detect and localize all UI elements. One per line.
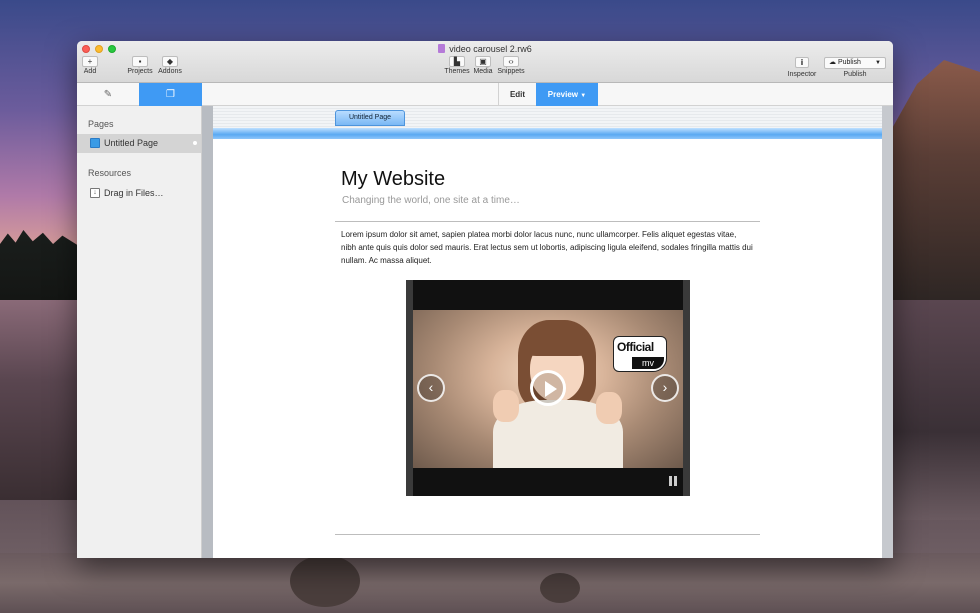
wrench-icon: ✎ bbox=[103, 89, 113, 100]
footer-divider bbox=[335, 534, 760, 535]
snippets-button[interactable]: ‹› Snippets bbox=[497, 56, 525, 75]
desktop-trees bbox=[0, 230, 78, 300]
addons-label: Addons bbox=[158, 68, 182, 75]
projects-button[interactable]: ▪ Projects bbox=[127, 56, 153, 75]
video-subject-hand bbox=[493, 390, 519, 422]
sidebar-item-label: Untitled Page bbox=[104, 138, 159, 148]
badge-mv-text: mv bbox=[632, 357, 664, 369]
sidebar-item-label: Drag in Files… bbox=[104, 188, 164, 198]
desktop-shoreline bbox=[0, 553, 980, 613]
title-bar: video carousel 2.rw6 + Add ▪ Projects ◆ … bbox=[77, 41, 893, 83]
sidebar: Pages Untitled Page Resources ↓ Drag in … bbox=[77, 106, 202, 558]
app-window: video carousel 2.rw6 + Add ▪ Projects ◆ … bbox=[77, 41, 893, 558]
addons-icon: ◆ bbox=[162, 56, 178, 67]
resources-heading: Resources bbox=[88, 168, 132, 178]
video-frame: Official mv ‹ › bbox=[413, 310, 683, 468]
preview-label: Preview bbox=[547, 90, 579, 99]
media-icon: ▣ bbox=[475, 56, 491, 67]
page-tab-bar: Untitled Page bbox=[213, 106, 882, 128]
code-brackets-icon: ‹› bbox=[503, 56, 519, 67]
media-button[interactable]: ▣ Media bbox=[472, 56, 494, 75]
mode-bar: ✎ ❐ Edit Preview ▼ bbox=[77, 83, 893, 106]
download-arrow-icon: ↓ bbox=[90, 188, 100, 198]
theme-header-strip bbox=[213, 128, 882, 139]
pages-heading: Pages bbox=[88, 119, 114, 129]
addons-button[interactable]: ◆ Addons bbox=[157, 56, 183, 75]
inspector-label: Inspector bbox=[787, 71, 817, 78]
info-icon[interactable]: i bbox=[795, 57, 809, 68]
snippets-label: Snippets bbox=[497, 68, 525, 75]
page-status-dot bbox=[193, 141, 197, 145]
publish-cloud-icon: ☁ bbox=[829, 59, 838, 66]
publish-label: Publish bbox=[843, 71, 867, 78]
sidebar-item-drag-in-files[interactable]: ↓ Drag in Files… bbox=[77, 184, 201, 203]
desktop-mountain bbox=[890, 60, 980, 300]
themes-label: Themes bbox=[444, 68, 470, 75]
video-subject-hand bbox=[596, 392, 622, 424]
page-icon bbox=[90, 138, 100, 148]
themes-icon: ▙ bbox=[449, 56, 465, 67]
video-carousel[interactable]: Official mv ‹ › bbox=[406, 280, 690, 496]
window-title: video carousel 2.rw6 bbox=[77, 44, 893, 54]
desktop-lake-reflection bbox=[0, 300, 78, 500]
tab-tools[interactable]: ✎ bbox=[77, 83, 139, 106]
body-text: Lorem ipsum dolor sit amet, sapien plate… bbox=[341, 230, 753, 265]
chevron-right-icon: › bbox=[662, 379, 668, 395]
pause-icon[interactable] bbox=[669, 476, 677, 486]
edit-mode-button[interactable]: Edit bbox=[498, 83, 536, 106]
document-icon bbox=[438, 44, 446, 53]
publish-dropdown-button[interactable]: ☁ Publish ▼ bbox=[824, 57, 886, 69]
site-title: My Website bbox=[341, 168, 446, 190]
video-subject-bangs bbox=[523, 330, 591, 356]
carousel-next-button[interactable]: › bbox=[651, 374, 679, 402]
publish-button-label: Publish bbox=[837, 59, 861, 66]
chevron-down-icon: ▼ bbox=[875, 60, 881, 66]
preview-mode-button[interactable]: Preview ▼ bbox=[536, 83, 598, 106]
play-icon[interactable] bbox=[530, 370, 566, 406]
preview-canvas: My Website Changing the world, one site … bbox=[213, 139, 882, 558]
desktop-rock bbox=[290, 555, 360, 607]
divider bbox=[335, 221, 760, 222]
badge-official-text: Official bbox=[617, 340, 654, 354]
projects-icon: ▪ bbox=[132, 56, 148, 67]
projects-label: Projects bbox=[127, 68, 153, 75]
editor-gutter-left bbox=[202, 106, 213, 558]
pages-icon: ❐ bbox=[166, 89, 175, 100]
carousel-prev-button[interactable]: ‹ bbox=[417, 374, 445, 402]
site-slogan: Changing the world, one site at a time… bbox=[342, 195, 520, 206]
media-label: Media bbox=[473, 68, 493, 75]
add-button[interactable]: + Add bbox=[81, 56, 99, 75]
sidebar-item-untitled-page[interactable]: Untitled Page bbox=[77, 134, 201, 153]
editor-scrollbar[interactable] bbox=[882, 106, 893, 558]
tab-pages[interactable]: ❐ bbox=[139, 83, 202, 106]
window-title-text: video carousel 2.rw6 bbox=[449, 44, 532, 54]
desktop-lake-reflection bbox=[890, 300, 980, 520]
themes-button[interactable]: ▙ Themes bbox=[444, 56, 470, 75]
chevron-left-icon: ‹ bbox=[428, 379, 434, 395]
plus-icon: + bbox=[82, 56, 98, 67]
add-label: Add bbox=[83, 68, 97, 75]
desktop-rock bbox=[540, 573, 580, 603]
official-mv-badge: Official mv bbox=[613, 336, 667, 372]
chevron-down-icon: ▼ bbox=[580, 93, 587, 99]
page-tab-untitled[interactable]: Untitled Page bbox=[335, 110, 405, 126]
